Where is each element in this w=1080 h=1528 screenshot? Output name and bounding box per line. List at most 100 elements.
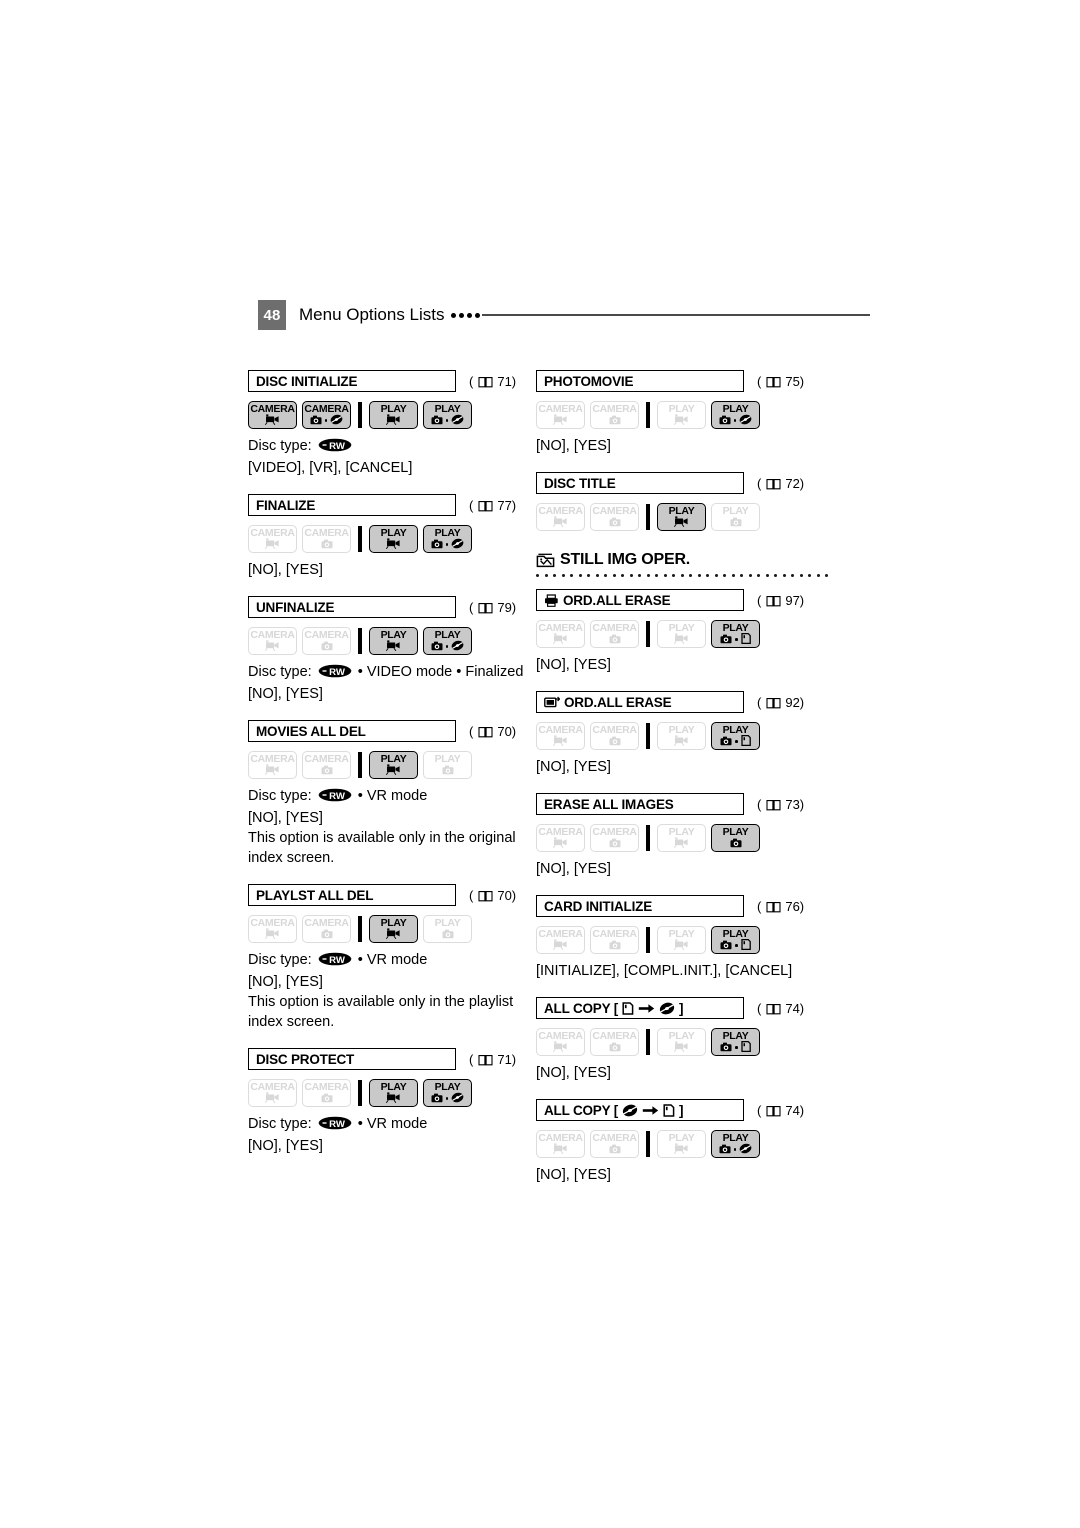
movie-camera-icon <box>385 413 401 429</box>
menu-entry-title-label: DISC PROTECT <box>256 1051 355 1067</box>
book-icon <box>478 726 493 737</box>
menu-entry-title[interactable]: DISC PROTECT <box>248 1048 456 1070</box>
menu-entry-title[interactable]: ERASE ALL IMAGES <box>536 793 744 815</box>
right-column: PHOTOMOVIE(75) CAMERA CAMERA PLAY PLAY [NO], … <box>536 370 828 1201</box>
menu-entry-details: [NO], [YES] <box>536 655 826 675</box>
menu-entry-details: Disc type: RW • VIDEO mode • Finalized [N… <box>248 662 538 704</box>
menu-entry-title[interactable]: ORD.ALL ERASE <box>536 691 744 713</box>
mode-badge-play-3: PLAY <box>657 620 706 648</box>
header-dots-ornament <box>450 312 480 318</box>
mode-badge-play-4: PLAY <box>423 401 472 429</box>
book-icon <box>766 595 781 606</box>
menu-entry-title[interactable]: MOVIES ALL DEL <box>248 720 456 742</box>
mode-badge-row: CAMERA CAMERA PLAY PLAY <box>536 926 826 954</box>
svg-text:RW: RW <box>329 955 346 966</box>
disc-type-condition: • VIDEO mode • Finalized <box>353 664 524 680</box>
book-icon <box>478 500 493 511</box>
menu-entry-details: [NO], [YES] <box>536 1063 826 1083</box>
menu-entry-title[interactable]: FINALIZE <box>248 494 456 516</box>
mode-badge-icons <box>264 414 280 426</box>
still-camera-icon <box>730 836 742 852</box>
mode-badge-camera-2: CAMERA <box>590 401 639 429</box>
menu-entry-title-label: ERASE ALL IMAGES <box>544 796 674 812</box>
menu-entry-title[interactable]: CARD INITIALIZE <box>536 895 744 917</box>
setting-values: [NO], [YES] <box>536 438 611 454</box>
mode-badge-icons <box>609 634 621 645</box>
mode-badge-row: CAMERA CAMERA PLAY PLAY <box>536 1130 826 1158</box>
mode-badge-row: CAMERA CAMERA PLAY PLAY <box>248 627 538 655</box>
menu-entry-title[interactable]: UNFINALIZE <box>248 596 456 618</box>
mode-badge-icons <box>385 764 401 776</box>
page-reference-number: 74) <box>785 1102 805 1118</box>
print-order-icon <box>544 593 559 607</box>
book-icon <box>478 890 493 901</box>
movie-camera-icon <box>552 1142 568 1158</box>
mode-badge-play-4: PLAY <box>423 627 472 655</box>
mode-badge-row: CAMERA CAMERA PLAY PLAY <box>248 915 538 943</box>
mode-badge-icons <box>719 1143 753 1155</box>
menu-entry-title-label: ORD.ALL ERASE <box>563 592 671 608</box>
book-icon <box>766 1105 781 1116</box>
mode-badge-icons <box>321 539 333 550</box>
page-reference-number: 79) <box>497 599 517 615</box>
menu-entry-all-copy-card-to-disc: ALL COPY [] (74) CAMERA CAMERA PLAY PLAY [NO],… <box>536 997 826 1083</box>
mode-badge-row: CAMERA CAMERA PLAY PLAY <box>248 1079 538 1107</box>
still-camera-icon <box>609 1142 621 1158</box>
copy-direction-icons <box>622 1001 675 1015</box>
still-camera-icon <box>730 515 742 531</box>
book-icon <box>478 1054 493 1065</box>
mode-badge-play-4: PLAY <box>423 1079 472 1107</box>
mode-group-separator <box>358 1080 362 1106</box>
menu-entry-disc-title: DISC TITLE (72) CAMERA CAMERA PLAY PLAY <box>536 472 826 531</box>
mode-badge-icons <box>719 414 753 426</box>
mode-badge-icons <box>310 413 344 429</box>
mode-badge-row: CAMERA CAMERA PLAY PLAY <box>536 722 826 750</box>
mode-badge-icons <box>552 516 568 528</box>
movie-camera-icon <box>552 938 568 954</box>
mode-badge-icons <box>264 764 280 776</box>
mode-badge-icons <box>720 734 751 747</box>
menu-entry-details: [NO], [YES] <box>536 1165 826 1185</box>
mode-badge-icons <box>609 736 621 747</box>
mode-badge-icons <box>673 414 689 426</box>
menu-entry-details: Disc type: RW • VR mode [NO], [YES] This o… <box>248 950 538 1032</box>
disc-type-condition: • VR mode <box>353 952 428 968</box>
menu-entry-title[interactable]: DISC INITIALIZE <box>248 370 456 392</box>
mode-group-separator <box>358 916 362 942</box>
mode-badge-camera-2: CAMERA <box>590 824 639 852</box>
menu-entry-header: MOVIES ALL DEL (70) <box>248 720 538 742</box>
menu-entry-title-label: UNFINALIZE <box>256 599 335 615</box>
setting-values: [NO], [YES] <box>536 759 611 775</box>
mode-badge-icons <box>720 938 751 951</box>
movie-camera-icon <box>552 1040 568 1056</box>
still-camera-icon <box>431 413 443 429</box>
menu-entry-header: PLAYLST ALL DEL (70) <box>248 884 538 906</box>
menu-entry-header: DISC INITIALIZE (71) <box>248 370 538 392</box>
movie-camera-icon <box>673 1040 689 1056</box>
dvd-rw-icon: RW <box>318 952 352 972</box>
mode-badge-play-4: PLAY <box>423 751 472 779</box>
mode-badge-camera-1: CAMERA <box>248 1079 297 1107</box>
still-camera-icon <box>609 632 621 648</box>
menu-entry-title[interactable]: DISC TITLE <box>536 472 744 494</box>
still-image-folder-icon <box>536 553 555 568</box>
menu-entry-title[interactable]: ORD.ALL ERASE <box>536 589 744 611</box>
mode-badge-camera-1: CAMERA <box>536 503 585 531</box>
menu-entry-title[interactable]: ALL COPY [] <box>536 1099 744 1121</box>
book-icon <box>766 1003 781 1014</box>
mode-badge-icons <box>431 538 465 550</box>
mode-badge-icons <box>730 517 742 528</box>
still-camera-icon <box>720 1040 732 1056</box>
mode-badge-icons <box>609 940 621 951</box>
menu-entry-title[interactable]: PHOTOMOVIE <box>536 370 744 392</box>
mode-badge-camera-1: CAMERA <box>536 926 585 954</box>
mode-group-separator <box>358 526 362 552</box>
still-camera-icon <box>310 413 322 429</box>
transfer-order-icon <box>544 696 560 709</box>
menu-entry-title[interactable]: PLAYLST ALL DEL <box>248 884 456 906</box>
menu-entry-header: ORD.ALL ERASE (97) <box>536 589 826 611</box>
menu-entry-title[interactable]: ALL COPY [] <box>536 997 744 1019</box>
mode-badge-icons <box>552 735 568 747</box>
page-reference: (74) <box>757 1102 805 1118</box>
disc-icon <box>622 1104 638 1117</box>
